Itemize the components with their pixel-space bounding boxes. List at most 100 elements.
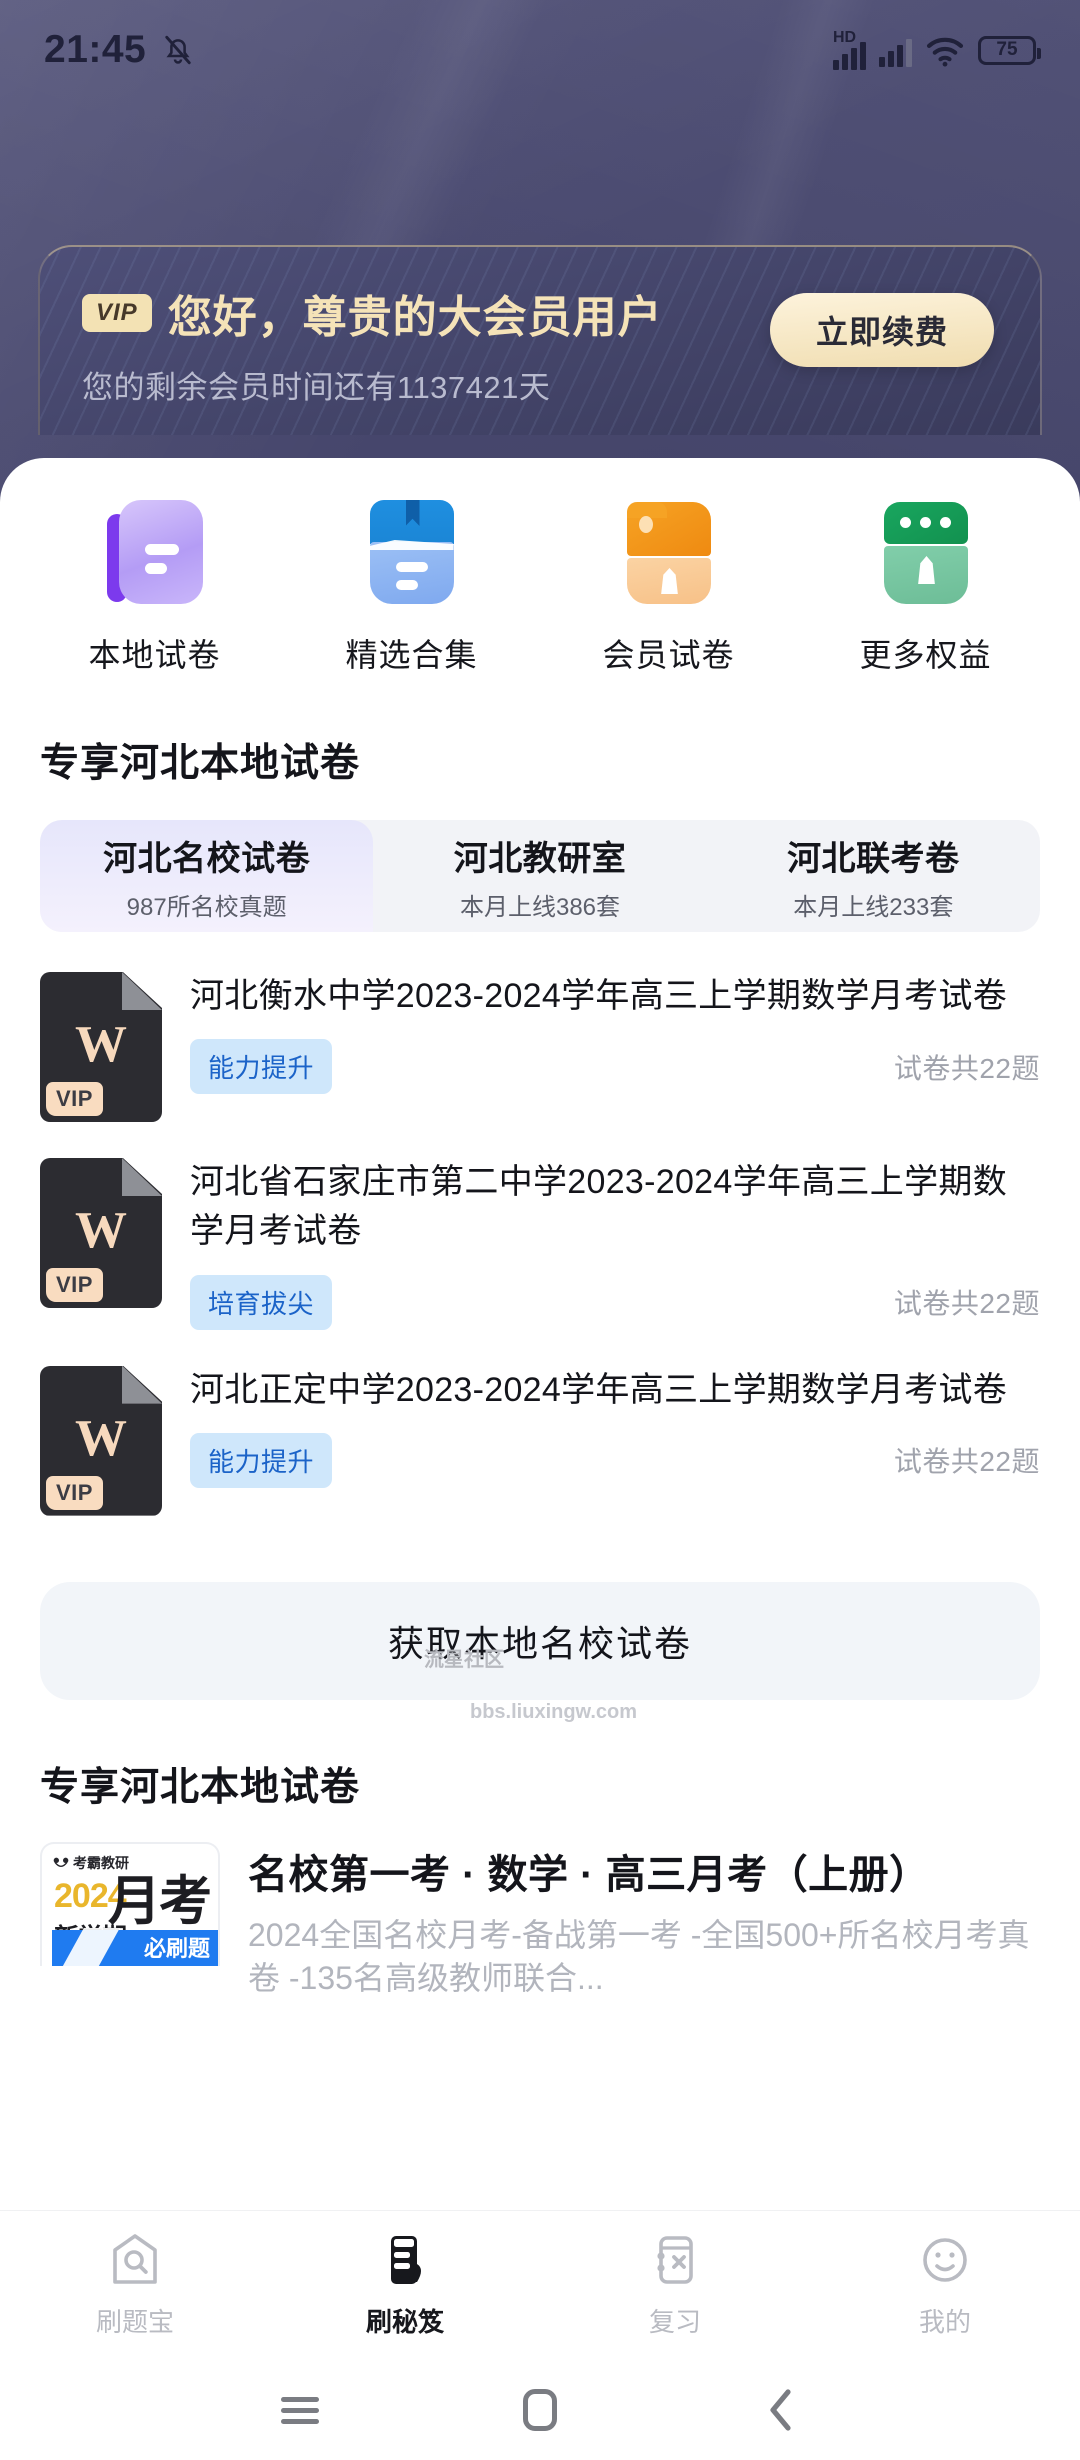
tab-hebei-joint-exam[interactable]: 河北联考卷 本月上线233套: [707, 820, 1040, 932]
list-item[interactable]: W VIP 河北省石家庄市第二中学2023-2024学年高三上学期数学月考试卷 …: [0, 1136, 1080, 1344]
home-icon[interactable]: [512, 2382, 568, 2438]
bottom-tab-bar: 刷题宝 刷秘笈 复习 我的: [0, 2210, 1080, 2360]
get-local-papers-button[interactable]: 获取本地名校试卷: [40, 1581, 1040, 1700]
quick-action-featured-collection[interactable]: 精选合集: [283, 500, 540, 676]
paper-meta: 培育拔尖 试卷共22题: [190, 1274, 1040, 1330]
wifi-icon: [926, 37, 964, 67]
bell-muted-icon: [165, 35, 191, 65]
quick-action-label: 本地试卷: [88, 637, 221, 673]
vip-badge: VIP: [46, 1268, 103, 1302]
paper-question-count: 试卷共22题: [893, 1446, 1040, 1478]
book-cover-thumbnail: 考霸教研 2024 新学期 月考 必刷题: [40, 1841, 220, 1966]
tab-label: 河北名校试卷: [103, 839, 311, 878]
publisher-name: 考霸教研: [73, 1854, 129, 1871]
panda-logo-icon: [53, 1857, 69, 1867]
tab-label: 河北联考卷: [787, 839, 960, 878]
paper-tag: 能力提升: [190, 1432, 333, 1488]
paper-tag: 培育拔尖: [190, 1274, 333, 1330]
list-item[interactable]: W VIP 河北正定中学2023-2024学年高三上学期数学月考试卷 能力提升 …: [0, 1344, 1080, 1530]
word-document-icon: W VIP: [40, 972, 162, 1122]
status-bar-left: 21:45: [44, 28, 196, 72]
tab-label: 刷秘笈: [365, 2307, 444, 2337]
doc-letter: W: [75, 1016, 127, 1073]
android-navigation-bar: [0, 2360, 1080, 2460]
cover-band: 必刷题: [52, 1929, 218, 1966]
tab-sublabel: 987所名校真题: [126, 893, 287, 921]
paper-title: 河北衡水中学2023-2024学年高三上学期数学月考试卷: [190, 977, 1007, 1015]
quick-action-label: 会员试卷: [602, 637, 735, 673]
cover-band-label: 必刷题: [143, 1935, 210, 1961]
vip-badge: VIP: [46, 1082, 103, 1116]
vip-badge: VIP: [82, 294, 152, 332]
more-benefits-icon: [874, 500, 978, 604]
word-document-icon: W VIP: [40, 1158, 162, 1308]
section-two-title: 专享河北本地试卷: [40, 1765, 361, 1809]
vip-card-text: VIP 您好，尊贵的大会员用户 您的剩余会员时间还有1137421天: [82, 281, 663, 407]
tab-label: 复习: [648, 2307, 701, 2337]
search-house-icon: [113, 2234, 157, 2284]
word-document-icon: W VIP: [40, 1365, 162, 1516]
vip-greeting-row: VIP 您好，尊贵的大会员用户: [82, 281, 663, 345]
paper-question-count: 试卷共22题: [893, 1288, 1040, 1320]
book-item[interactable]: 考霸教研 2024 新学期 月考 必刷题 名校第一考 · 数学 · 高三月考（上…: [40, 1841, 1040, 2000]
paper-meta: 能力提升 试卷共22题: [190, 1039, 1040, 1095]
featured-collection-icon: [360, 500, 464, 604]
book-description: 2024全国名校月考-备战第一考 -全国500+所名校月考真卷 -135名高级教…: [248, 1916, 1030, 1996]
list-item-body: 河北衡水中学2023-2024学年高三上学期数学月考试卷 能力提升 试卷共22题: [190, 972, 1040, 1095]
book-title: 名校第一考 · 数学 · 高三月考（上册）: [248, 1852, 930, 1897]
bottom-tab-review[interactable]: 复习: [540, 2232, 810, 2339]
smiley-face-icon: [923, 2238, 967, 2282]
review-card-icon: [657, 2236, 693, 2284]
phone-screen: 21:45 HD 75 VIP 您好，尊贵的大会员用户 您的剩余会员时间还有11…: [0, 0, 1080, 2460]
signal-bars-icon: [879, 39, 912, 67]
quick-actions-row: 本地试卷 精选合集 会员试卷 更多权益: [0, 458, 1080, 676]
doc-letter: W: [75, 1202, 127, 1259]
paper-title: 河北正定中学2023-2024学年高三上学期数学月考试卷: [190, 1370, 1007, 1409]
vip-badge: VIP: [46, 1475, 103, 1510]
signal-bars-icon: [833, 42, 866, 70]
battery-icon: 75: [978, 35, 1041, 65]
local-papers-icon: [103, 500, 207, 604]
member-papers-icon: [617, 500, 721, 604]
paper-meta: 能力提升 试卷共22题: [190, 1432, 1040, 1488]
renew-membership-button[interactable]: 立即续费: [770, 293, 994, 367]
status-bar: 21:45 HD 75: [0, 0, 1080, 100]
tab-hebei-research-office[interactable]: 河北教研室 本月上线386套: [373, 820, 706, 932]
quick-action-more-benefits[interactable]: 更多权益: [797, 500, 1054, 676]
bottom-tab-shuamiji[interactable]: 刷秘笈: [270, 2232, 540, 2339]
tab-label: 刷题宝: [95, 2307, 174, 2337]
list-item-body: 河北正定中学2023-2024学年高三上学期数学月考试卷 能力提升 试卷共22题: [190, 1366, 1040, 1488]
quick-action-member-papers[interactable]: 会员试卷: [540, 500, 797, 676]
region-tabs: 河北名校试卷 987所名校真题 河北教研室 本月上线386套 河北联考卷 本月上…: [40, 820, 1040, 932]
quick-action-local-papers[interactable]: 本地试卷: [26, 500, 283, 676]
tab-sublabel: 本月上线233套: [793, 893, 954, 921]
bottom-tab-mine[interactable]: 我的: [810, 2232, 1080, 2339]
section-one-title: 专享河北本地试卷: [40, 742, 361, 785]
vip-remaining-days: 您的剩余会员时间还有1137421天: [82, 370, 551, 405]
quick-action-label: 精选合集: [345, 637, 478, 673]
cover-exam-type: 月考: [108, 1871, 212, 1931]
paper-list: W VIP 河北衡水中学2023-2024学年高三上学期数学月考试卷 能力提升 …: [0, 950, 1080, 1530]
publisher-logo: 考霸教研: [53, 1853, 129, 1873]
tab-sublabel: 本月上线386套: [459, 893, 621, 921]
status-bar-right: HD 75: [833, 30, 1041, 70]
list-item[interactable]: W VIP 河北衡水中学2023-2024学年高三上学期数学月考试卷 能力提升 …: [0, 950, 1080, 1136]
watermark-line-2: bbs.liuxingw.com: [470, 1701, 638, 1723]
bottom-tab-shuatibao[interactable]: 刷题宝: [0, 2232, 270, 2339]
vip-greeting: 您好，尊贵的大会员用户: [167, 293, 663, 342]
doc-letter: W: [75, 1409, 127, 1467]
menu-icon[interactable]: [272, 2382, 328, 2438]
tab-label: 我的: [918, 2307, 971, 2337]
tab-label: 河北教研室: [453, 839, 627, 878]
vip-membership-card[interactable]: VIP 您好，尊贵的大会员用户 您的剩余会员时间还有1137421天 立即续费: [38, 245, 1042, 435]
book-body: 名校第一考 · 数学 · 高三月考（上册） 2024全国名校月考-备战第一考 -…: [248, 1842, 1040, 2000]
paper-title: 河北省石家庄市第二中学2023-2024学年高三上学期数学月考试卷: [190, 1163, 1007, 1251]
paper-question-count: 试卷共22题: [893, 1052, 1040, 1084]
content-sheet: 本地试卷 精选合集 会员试卷 更多权益 专享河北本地试卷 河北名校试卷 987所…: [0, 458, 1080, 2210]
secret-book-icon: [391, 2236, 421, 2284]
signal-group-1: HD: [833, 30, 866, 70]
tab-hebei-famous-schools[interactable]: 河北名校试卷 987所名校真题: [40, 820, 374, 932]
back-icon[interactable]: [752, 2382, 808, 2438]
quick-action-label: 更多权益: [859, 637, 992, 673]
list-item-body: 河北省石家庄市第二中学2023-2024学年高三上学期数学月考试卷 培育拔尖 试…: [190, 1158, 1040, 1330]
